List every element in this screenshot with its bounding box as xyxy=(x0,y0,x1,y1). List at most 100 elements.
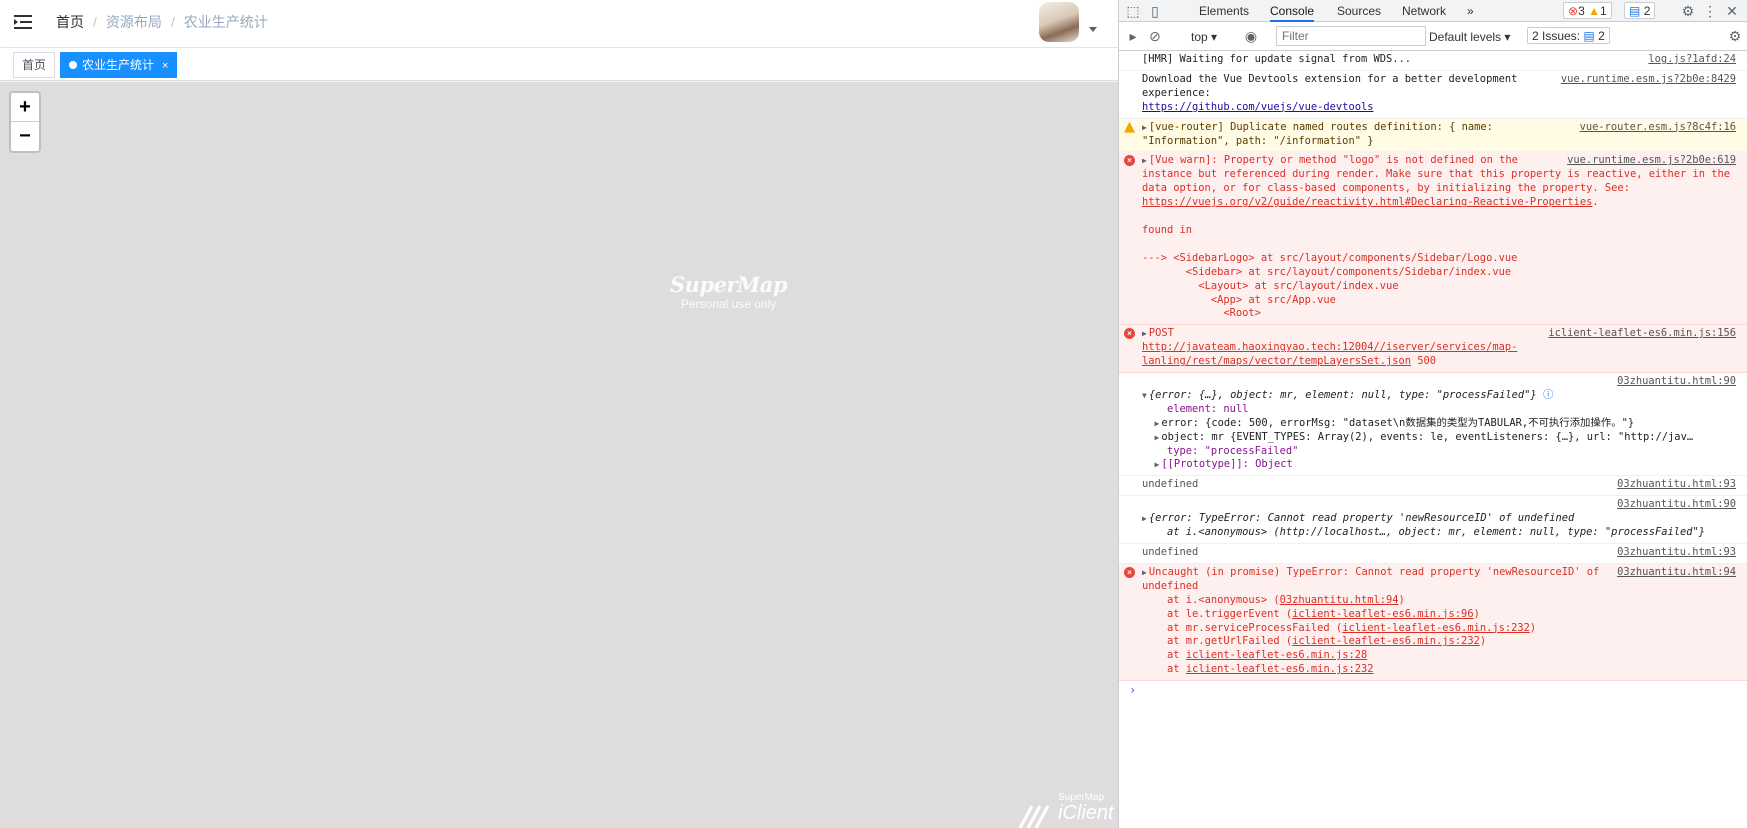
more-tabs-button[interactable]: » xyxy=(1467,0,1474,22)
object-property: type: "processFailed" xyxy=(1167,444,1299,457)
map-canvas[interactable]: + − SuperMap Personal use only SuperMap … xyxy=(0,82,1118,828)
devtools-tabbar: ⬚ ▯ Elements Console Sources Network » ⊗… xyxy=(1119,0,1747,22)
source-link[interactable]: vue-router.esm.js?8c4f:16 xyxy=(1580,121,1736,135)
tag-label: 农业生产统计 xyxy=(82,58,155,72)
close-devtools-icon[interactable]: ✕ xyxy=(1724,3,1740,19)
object-property[interactable]: error: {code: 500, errorMsg: "dataset\n数… xyxy=(1161,417,1634,429)
info-badge[interactable]: ▤ 2 xyxy=(1624,2,1656,19)
filter-input[interactable] xyxy=(1276,26,1426,46)
status-code: 500 xyxy=(1411,355,1437,368)
stack-line: at mr.getUrlFailed ( xyxy=(1142,635,1293,648)
tag-active[interactable]: 农业生产统计 × xyxy=(60,52,178,78)
issues-button[interactable]: 2 Issues: ▤ 2 xyxy=(1527,27,1610,44)
tag-home[interactable]: 首页 xyxy=(13,52,56,78)
message-text: [vue-router] Duplicate named routes defi… xyxy=(1142,120,1500,147)
source-link[interactable]: log.js?1afd:24 xyxy=(1648,53,1736,67)
console-prompt[interactable]: › xyxy=(1119,681,1747,698)
stack-line: at le.triggerEvent ( xyxy=(1142,607,1293,620)
log-message: 03zhuantitu.html:90 ▼ {error: {…}, object… xyxy=(1119,373,1747,477)
expand-arrow-icon[interactable]: ▶ xyxy=(1155,433,1160,442)
component-trace: ---> <SidebarLogo> at src/layout/compone… xyxy=(1142,251,1518,320)
info-icon: ⓘ xyxy=(1542,388,1554,401)
log-message: log.js?1afd:24 [HMR] Waiting for update s… xyxy=(1119,51,1747,71)
tab-network[interactable]: Network xyxy=(1402,0,1446,22)
breadcrumb-resource-layout[interactable]: 资源布局 xyxy=(106,14,162,30)
error-icon: × xyxy=(1124,566,1135,578)
tab-elements[interactable]: Elements xyxy=(1199,0,1249,22)
message-text: undefined xyxy=(1142,478,1199,491)
zoom-out-button[interactable]: − xyxy=(11,122,39,151)
settings-gear-icon[interactable]: ⚙ xyxy=(1680,3,1696,19)
message-text: [HMR] Waiting for update signal from WDS… xyxy=(1142,53,1411,65)
issues-icon: ▤ xyxy=(1583,29,1595,43)
source-link[interactable]: 03zhuantitu.html:93 xyxy=(1617,546,1736,560)
user-avatar[interactable] xyxy=(1039,2,1079,42)
stack-line: at xyxy=(1142,663,1186,676)
object-property: element: null xyxy=(1167,402,1249,415)
expand-arrow-icon[interactable]: ▶ xyxy=(1155,460,1160,469)
expand-arrow-icon[interactable]: ▶ xyxy=(1142,568,1147,577)
error-count: 3 xyxy=(1578,4,1585,18)
expand-arrow-icon[interactable]: ▶ xyxy=(1142,329,1147,338)
object-property[interactable]: object: mr {EVENT_TYPES: Array(2), event… xyxy=(1161,431,1693,443)
close-icon[interactable]: × xyxy=(162,60,168,72)
message-text: Download the Vue Devtools extension for … xyxy=(1142,72,1524,99)
stack-link[interactable]: iclient-leaflet-es6.min.js:96 xyxy=(1292,608,1473,620)
source-link[interactable]: 03zhuantitu.html:90 xyxy=(1617,498,1736,512)
caret-down-icon[interactable] xyxy=(1089,27,1097,32)
expand-arrow-icon[interactable]: ▶ xyxy=(1155,419,1160,428)
error-warning-badge[interactable]: ⊗3 ▲1 xyxy=(1563,2,1612,19)
zoom-in-button[interactable]: + xyxy=(11,93,39,122)
kebab-menu-icon[interactable]: ⋮ xyxy=(1702,3,1718,19)
zoom-control: + − xyxy=(9,91,41,153)
inspect-element-icon[interactable]: ⬚ xyxy=(1125,3,1141,19)
source-link[interactable]: 03zhuantitu.html:93 xyxy=(1617,478,1736,492)
eye-icon[interactable]: ◉ xyxy=(1243,28,1259,44)
clear-console-icon[interactable]: ⊘ xyxy=(1147,28,1163,44)
stack-link[interactable]: iclient-leaflet-es6.min.js:232 xyxy=(1186,663,1374,675)
source-link[interactable]: vue.runtime.esm.js?2b0e:619 xyxy=(1567,154,1736,168)
url-link[interactable]: https://github.com/vuejs/vue-devtools xyxy=(1142,101,1373,113)
object-summary[interactable]: {error: TypeError: Cannot read property … xyxy=(1142,512,1705,538)
watermark-subtitle: Personal use only xyxy=(680,297,777,311)
log-message: 03zhuantitu.html:93 undefined xyxy=(1119,476,1747,497)
warning-message: vue-router.esm.js?8c4f:16 ▶ [vue-router] D… xyxy=(1119,118,1747,153)
object-property[interactable]: [[Prototype]]: Object xyxy=(1161,458,1292,470)
tag-label: 首页 xyxy=(22,58,47,72)
stack-link[interactable]: iclient-leaflet-es6.min.js:232 xyxy=(1292,635,1480,647)
collapse-arrow-icon[interactable]: ▼ xyxy=(1142,391,1147,400)
log-message: 03zhuantitu.html:93 undefined xyxy=(1119,544,1747,564)
warning-count-icon: ▲ xyxy=(1588,4,1600,18)
stack-line: ) xyxy=(1398,593,1405,606)
expand-arrow-icon[interactable]: ▶ xyxy=(1142,156,1147,165)
url-link[interactable]: https://vuejs.org/v2/guide/reactivity.ht… xyxy=(1142,196,1592,208)
log-levels-select[interactable]: Default levels ▾ xyxy=(1429,26,1510,48)
device-toolbar-icon[interactable]: ▯ xyxy=(1147,3,1163,19)
info-count: 2 xyxy=(1643,4,1651,18)
iclient-stripes-icon xyxy=(1018,805,1050,828)
console-toolbar: ▸ ⊘ top ▾ ◉ Default levels ▾ 2 Issues: ▤… xyxy=(1119,22,1747,51)
url-link[interactable]: http://javateam.haoxingyao.tech:12004//i… xyxy=(1142,341,1517,367)
context-select[interactable]: top ▾ xyxy=(1191,26,1217,48)
console-settings-icon[interactable]: ⚙ xyxy=(1727,28,1743,44)
source-link[interactable]: 03zhuantitu.html:90 xyxy=(1617,375,1736,389)
error-message: × iclient-leaflet-es6.min.js:156 ▶ POST htt… xyxy=(1119,325,1747,374)
stack-line: at xyxy=(1142,649,1186,662)
context-label: top xyxy=(1191,30,1208,44)
expand-arrow-icon[interactable]: ▶ xyxy=(1142,123,1147,132)
object-summary[interactable]: {error: {…}, object: mr, element: null, … xyxy=(1149,389,1537,401)
tab-sources[interactable]: Sources xyxy=(1337,0,1381,22)
message-text: POST xyxy=(1148,327,1181,340)
breadcrumb-home[interactable]: 首页 xyxy=(56,14,84,30)
stack-link[interactable]: iclient-leaflet-es6.min.js:28 xyxy=(1186,649,1367,661)
source-link[interactable]: vue.runtime.esm.js?2b0e:8429 xyxy=(1561,73,1736,87)
stack-line: ) xyxy=(1479,635,1487,648)
tab-console[interactable]: Console xyxy=(1270,0,1315,22)
expand-arrow-icon[interactable]: ▶ xyxy=(1142,514,1147,523)
source-link[interactable]: iclient-leaflet-es6.min.js:156 xyxy=(1548,327,1736,341)
hamburger-menu-icon[interactable] xyxy=(14,13,32,31)
source-link[interactable]: 03zhuantitu.html:94 xyxy=(1617,566,1736,580)
sidebar-toggle-icon[interactable]: ▸ xyxy=(1125,28,1141,44)
stack-link[interactable]: iclient-leaflet-es6.min.js:232 xyxy=(1342,622,1530,634)
stack-link[interactable]: 03zhuantitu.html:94 xyxy=(1280,594,1399,606)
